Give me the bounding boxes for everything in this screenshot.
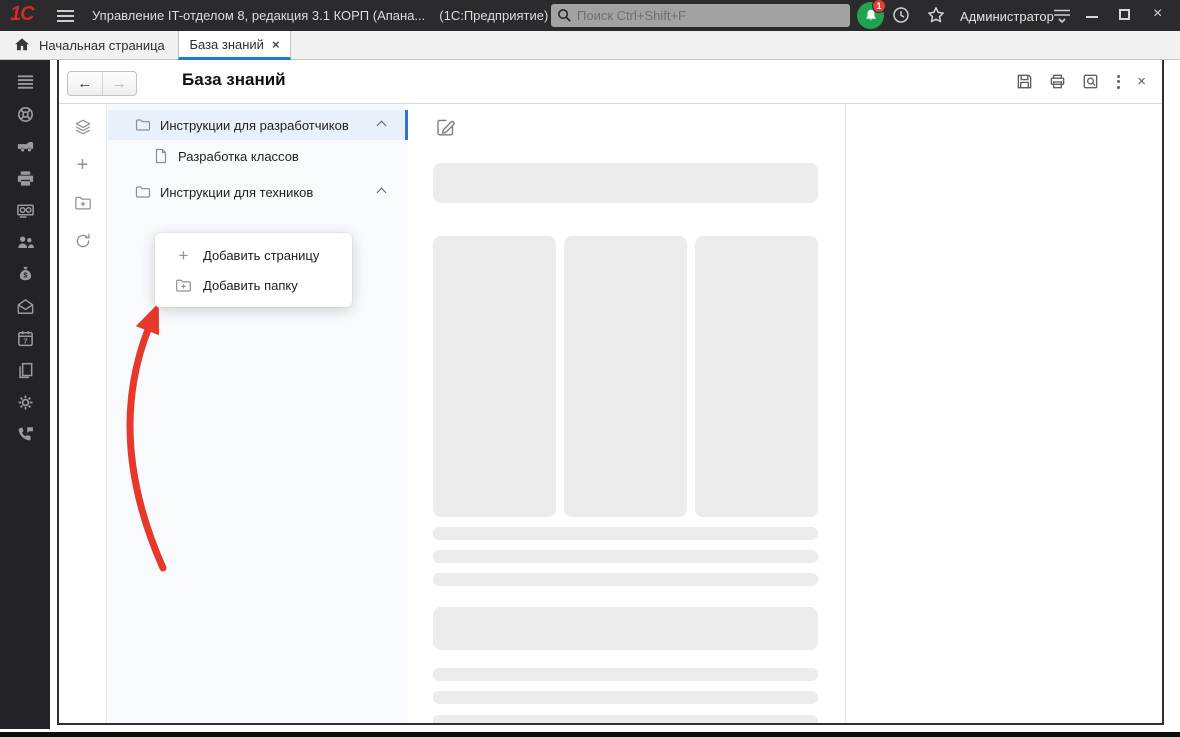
mail-icon[interactable] — [16, 297, 35, 316]
search-input[interactable] — [577, 8, 844, 23]
content-divider — [845, 104, 846, 723]
home-icon — [13, 36, 31, 54]
skeleton-line — [433, 550, 818, 563]
phone-support-icon[interactable] — [16, 425, 35, 444]
tree-item-label: Инструкции для техников — [160, 185, 313, 200]
menu-item-add-folder[interactable]: Добавить папку — [155, 270, 352, 300]
tab-label: База знаний — [189, 37, 264, 52]
refresh-icon[interactable] — [74, 232, 92, 250]
skeleton-line — [433, 668, 818, 681]
menu-item-label: Добавить папку — [203, 278, 298, 293]
svg-text:$: $ — [23, 272, 27, 280]
form-close-icon[interactable]: × — [1137, 74, 1146, 89]
current-user-label[interactable]: Администратор — [960, 9, 1054, 24]
page-title: База знаний — [182, 70, 286, 90]
folder-icon — [135, 117, 151, 133]
service-menu-icon[interactable] — [1052, 8, 1072, 29]
window-bottom-frame — [0, 732, 1180, 737]
sections-menu-icon[interactable] — [16, 73, 35, 92]
folder-plus-icon — [175, 277, 192, 294]
tree-item-label: Разработка классов — [178, 149, 299, 164]
menu-item-label: Добавить страницу — [203, 248, 319, 263]
window-minimize-button[interactable] — [1086, 16, 1098, 18]
preview-icon[interactable] — [1081, 72, 1100, 91]
tree-item-folder-developers[interactable]: Инструкции для разработчиков — [108, 110, 408, 140]
skeleton-line — [433, 527, 818, 540]
back-button[interactable]: ← — [68, 72, 103, 95]
svg-text:7: 7 — [23, 336, 27, 345]
add-folder-icon[interactable] — [74, 194, 92, 212]
more-actions-icon[interactable] — [1114, 75, 1123, 89]
skeleton-card — [564, 236, 687, 517]
navigation-buttons: ← → — [67, 71, 137, 96]
global-search[interactable] — [551, 4, 850, 27]
skeleton-card — [433, 236, 556, 517]
app-title-suffix: (1С:Предприятие) — [439, 8, 548, 23]
history-button[interactable] — [891, 5, 911, 30]
search-icon — [557, 8, 572, 23]
money-bag-icon[interactable]: $ — [16, 265, 35, 284]
tab-bar: Начальная страница База знаний × — [0, 31, 1180, 60]
add-page-icon[interactable]: + — [77, 156, 89, 174]
tree-item-label: Инструкции для разработчиков — [160, 118, 349, 133]
edit-pencil-icon — [435, 117, 456, 138]
skeleton-card — [695, 236, 818, 517]
gear-icon[interactable] — [16, 393, 35, 412]
skeleton-block — [433, 607, 818, 650]
plus-icon: + — [175, 247, 192, 264]
home-tab[interactable] — [13, 36, 31, 59]
favorites-button[interactable] — [926, 5, 946, 30]
skeleton-line — [433, 573, 818, 586]
history-clock-icon — [891, 5, 911, 25]
knowledge-tree: Инструкции для разработчиков Разработка … — [108, 104, 408, 723]
chevron-up-icon[interactable] — [377, 188, 387, 198]
gpu-card-icon[interactable] — [16, 201, 35, 220]
tree-toolbar: + — [59, 104, 107, 723]
form-toolbar: ← → База знаний × — [59, 60, 1162, 104]
skeleton-title-block — [433, 163, 818, 203]
app-window: 1С Управление IT-отделом 8, редакция 3.1… — [0, 0, 1180, 737]
page-icon — [153, 148, 169, 164]
save-icon[interactable] — [1015, 72, 1034, 91]
menu-item-add-page[interactable]: + Добавить страницу — [155, 240, 352, 270]
tree-item-folder-technicians[interactable]: Инструкции для техников — [108, 177, 408, 207]
tree-item-page-classes[interactable]: Разработка классов — [108, 141, 408, 171]
home-tab-label[interactable]: Начальная страница — [39, 38, 165, 53]
printer-icon[interactable] — [16, 169, 35, 188]
app-title: Управление IT-отделом 8, редакция 3.1 КО… — [92, 8, 548, 23]
forward-button[interactable]: → — [103, 72, 137, 95]
window-maximize-button[interactable] — [1119, 9, 1130, 20]
edit-page-button[interactable] — [435, 117, 456, 143]
folder-icon — [135, 184, 151, 200]
notification-badge: 1 — [872, 0, 886, 13]
delivery-van-icon[interactable] — [16, 137, 35, 156]
star-icon — [926, 5, 946, 25]
skeleton-line — [433, 691, 818, 704]
knowledge-base-form: ← → База знаний × + — [57, 60, 1164, 725]
calendar-icon[interactable]: 7 — [16, 329, 35, 348]
1c-logo: 1С — [10, 3, 34, 26]
add-context-menu: + Добавить страницу Добавить папку — [155, 233, 352, 307]
helpdesk-helm-icon[interactable] — [16, 105, 35, 124]
app-title-text: Управление IT-отделом 8, редакция 3.1 КО… — [92, 8, 425, 23]
users-icon[interactable] — [16, 233, 35, 252]
tab-knowledge-base[interactable]: База знаний × — [178, 31, 291, 60]
documents-icon[interactable] — [16, 361, 35, 380]
print-icon[interactable] — [1048, 72, 1067, 91]
window-close-button[interactable]: × — [1153, 5, 1162, 23]
layers-icon[interactable] — [74, 118, 92, 136]
main-menu-icon[interactable] — [57, 10, 74, 25]
sections-sidebar: $ 7 — [0, 60, 50, 729]
skeleton-line — [433, 715, 818, 725]
chevron-up-icon[interactable] — [377, 121, 387, 131]
titlebar: 1С Управление IT-отделом 8, редакция 3.1… — [0, 0, 1180, 31]
tab-close-icon[interactable]: × — [272, 38, 280, 51]
